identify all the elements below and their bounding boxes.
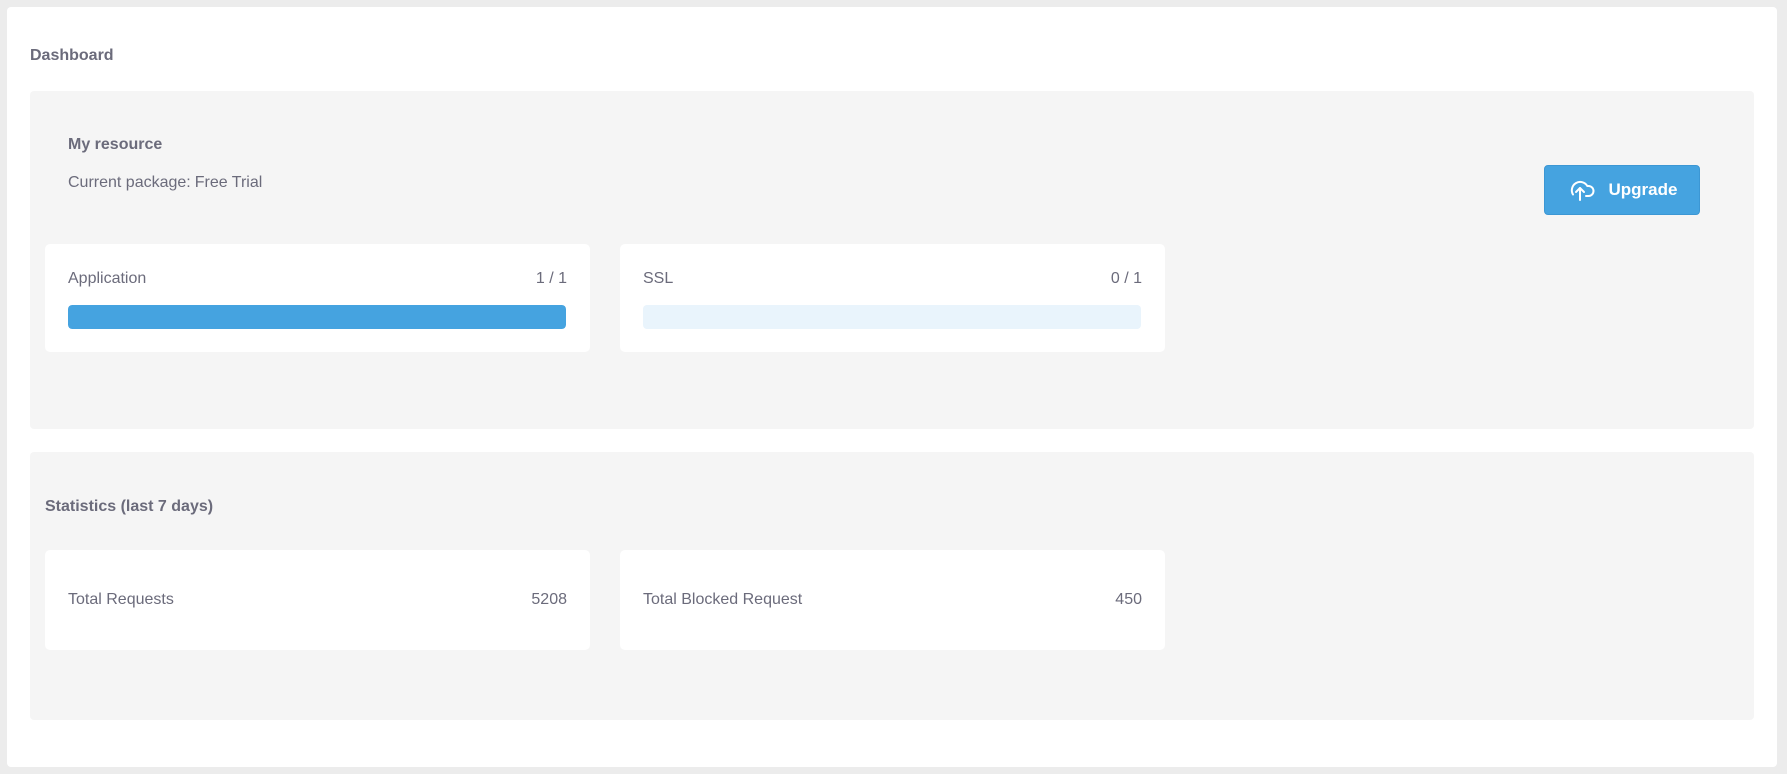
statistics-heading: Statistics (last 7 days) (45, 498, 214, 515)
stat-label: Total Requests (68, 591, 174, 608)
usage-label: SSL (643, 270, 674, 287)
stat-label: Total Blocked Request (643, 591, 803, 608)
upgrade-label: Upgrade (1608, 180, 1678, 199)
usage-label: Application (68, 270, 147, 287)
page-title: Dashboard (30, 47, 114, 64)
usage-value: 1 / 1 (535, 270, 567, 287)
application-progress-bar (68, 305, 566, 329)
application-usage-card: Application 1 / 1 (45, 244, 590, 352)
stat-value: 450 (1115, 591, 1142, 608)
total-blocked-request-card: Total Blocked Request 450 (620, 550, 1165, 650)
ssl-usage-card: SSL 0 / 1 (620, 244, 1165, 352)
ssl-progress-bar (643, 305, 1141, 329)
current-package: Current package: Free Trial (68, 174, 262, 192)
stat-value: 5208 (531, 591, 567, 608)
statistics-panel: Statistics (last 7 days) Total Requests … (30, 452, 1754, 720)
progress-fill (68, 305, 566, 329)
upgrade-button[interactable]: Upgrade (1544, 165, 1700, 215)
usage-value: 0 / 1 (1110, 270, 1142, 287)
total-requests-card: Total Requests 5208 (45, 550, 590, 650)
resource-heading: My resource (68, 136, 163, 153)
package-label: Current package: (68, 174, 191, 191)
cloud-upload-icon (1567, 178, 1595, 202)
package-value: Free Trial (194, 174, 263, 191)
dashboard-page: Dashboard My resource Current package: Fr… (7, 7, 1777, 767)
my-resource-panel: My resource Current package: Free Trial U… (30, 91, 1754, 429)
